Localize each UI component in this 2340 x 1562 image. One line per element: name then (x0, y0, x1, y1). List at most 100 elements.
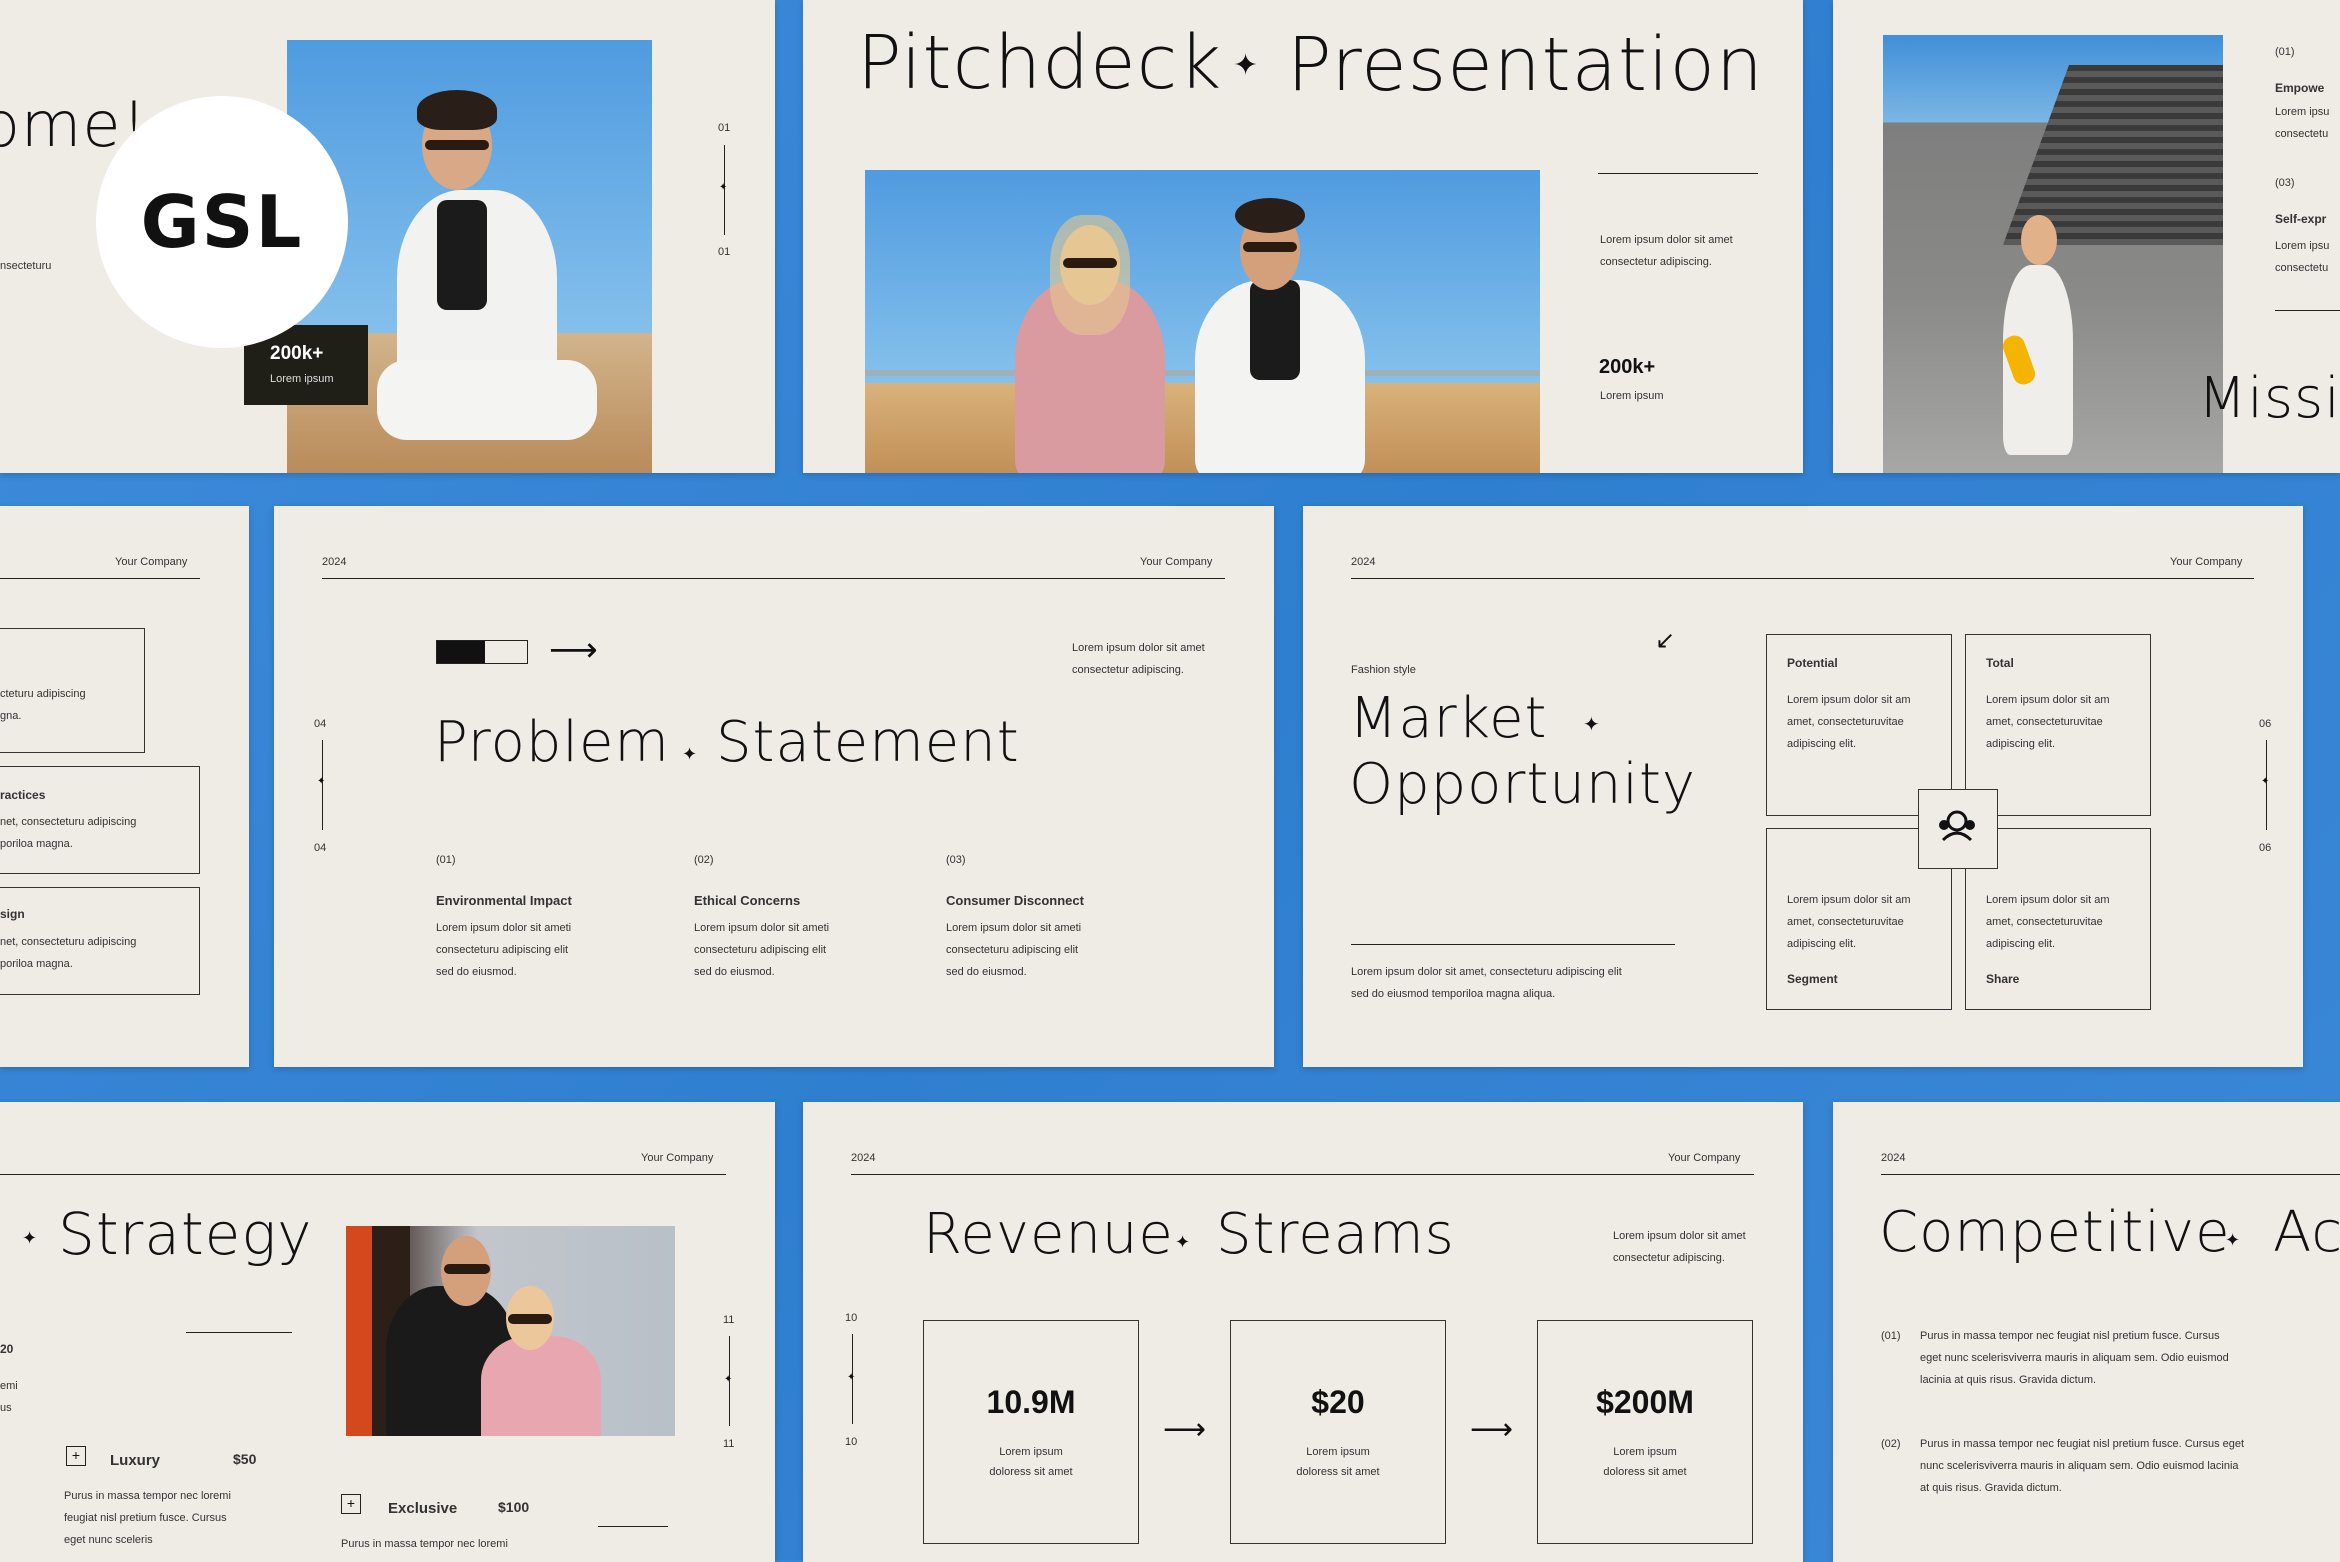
revenue-value: $20 (1311, 1384, 1365, 1420)
item-number: (01) (436, 854, 456, 866)
divider-line (186, 1332, 292, 1333)
slide-strategy[interactable]: Your Company ✦ Strategy 20 emi us 11 ✦ 1… (0, 1102, 775, 1562)
page-number-bottom: 04 (314, 842, 327, 854)
cell-line: Lorem ipsum dolor sit am (1787, 894, 1911, 906)
item-heading: Environmental Impact (436, 893, 572, 908)
arrow-right-icon: ⟶ (1470, 1412, 1514, 1447)
item-number-3: (03) (2275, 177, 2295, 189)
team-icon (1918, 789, 1998, 869)
star-icon: ✦ (2225, 1230, 2241, 1251)
item-line: eget nunc scelerisviverra mauris in aliq… (1920, 1352, 2229, 1364)
plan-line: feugiat nisl pretium fusce. Cursus (64, 1512, 227, 1524)
revenue-line: Lorem ipsum (999, 1446, 1063, 1458)
star-icon: ✦ (1583, 712, 1600, 736)
star-icon: ✦ (682, 744, 698, 765)
stat-label: Lorem ipsum (270, 373, 334, 385)
star-icon: ✦ (847, 1372, 856, 1383)
slide-problem-statement[interactable]: 2024 Your Company ⟶ Lorem ipsum dolor si… (274, 506, 1274, 1067)
cell-label: Potential (1787, 656, 1838, 670)
box-line: poriloa magna. (0, 838, 73, 850)
company-name: Your Company (2170, 556, 2243, 568)
box-heading: ractices (0, 788, 46, 802)
revenue-card (923, 1320, 1139, 1544)
body-text: nsecteturu (0, 260, 52, 272)
plan-name: Exclusive (388, 1500, 458, 1517)
hero-photo (346, 1226, 675, 1436)
plan-price: $100 (498, 1499, 530, 1515)
body-line-2: consectetur adipiscing. (1600, 256, 1712, 268)
slide-practices[interactable]: Your Company cteturu adipiscing gna. rac… (0, 506, 249, 1067)
divider-line (1598, 173, 1758, 174)
header-line (851, 1174, 1754, 1175)
item-line: sed do eiusmod. (436, 966, 517, 978)
page-number-top: 10 (845, 1312, 858, 1324)
item-line: consecteturu adipiscing elit (946, 944, 1079, 956)
box-line: gna. (0, 710, 22, 722)
kicker-text: Fashion style (1351, 664, 1416, 676)
cell-label: Total (1986, 656, 2014, 670)
box-heading: sign (0, 907, 25, 921)
title-right: Ac (2273, 1200, 2340, 1265)
page-number-bottom: 10 (845, 1436, 858, 1448)
text-fragment: 20 (0, 1342, 14, 1356)
slide-title: Strategy (58, 1200, 313, 1268)
item-line: sed do eiusmod. (694, 966, 775, 978)
stat-value: 200k+ (270, 343, 324, 364)
item-line: consectetu (2275, 262, 2329, 274)
arrow-right-icon: ⟶ (1163, 1412, 1207, 1447)
plus-box-icon[interactable]: + (341, 1494, 361, 1514)
cell-line: amet, consecteturuvitae (1986, 916, 2103, 928)
revenue-value: $200M (1596, 1384, 1694, 1420)
cell-line: amet, consecteturuvitae (1787, 916, 1904, 928)
slide-mission[interactable]: (01) Empowe Lorem ipsu consectetu (03) S… (1833, 0, 2340, 473)
cell-line: amet, consecteturuvitae (1787, 716, 1904, 728)
title-line-2: Opportunity (1349, 752, 1697, 817)
cell-label: Share (1986, 972, 2020, 986)
item-line: Lorem ipsum dolor sit ameti (946, 922, 1082, 934)
cell-line: amet, consecteturuvitae (1986, 716, 2103, 728)
item-number: (02) (1881, 1438, 1901, 1450)
title-left: Pitchdeck (857, 20, 1223, 106)
intro-line-2: consectetur adipiscing. (1613, 1252, 1725, 1264)
intro-line-1: Lorem ipsum dolor sit amet (1072, 642, 1205, 654)
footer-line-2: sed do eiusmod temporiloa magna aliqua. (1351, 988, 1556, 1000)
slide-title: Missic (2198, 366, 2340, 431)
slide-revenue-streams[interactable]: 2024 Your Company Revenue ✦ Streams Lore… (803, 1102, 1803, 1562)
plus-box-icon[interactable]: + (66, 1446, 86, 1466)
year-label: 2024 (322, 556, 347, 568)
item-number-1: (01) (2275, 46, 2295, 58)
page-number-bottom: 01 (718, 246, 731, 258)
stat-label: Lorem ipsum (1600, 390, 1664, 402)
item-line: Lorem ipsu (2275, 240, 2330, 252)
slide-market-opportunity[interactable]: 2024 Your Company Fashion style Market ✦… (1303, 506, 2303, 1067)
star-icon: ✦ (1175, 1232, 1191, 1253)
hero-photo (1883, 35, 2223, 473)
slide-pitchdeck[interactable]: Pitchdeck ✦ Presentation Lorem ipsum dol… (803, 0, 1803, 473)
item-line: Purus in massa tempor nec feugiat nisl p… (1920, 1438, 2245, 1450)
box-line: poriloa magna. (0, 958, 73, 970)
company-name: Your Company (1668, 1152, 1741, 1164)
company-name: Your Company (1140, 556, 1213, 568)
item-line: Lorem ipsum dolor sit ameti (436, 922, 572, 934)
gsl-logo: GSL (96, 96, 348, 348)
divider-line (598, 1526, 668, 1527)
cell-line: adipiscing elit. (1986, 738, 2056, 750)
item-line: Lorem ipsu (2275, 106, 2330, 118)
item-line: consectetu (2275, 128, 2329, 140)
revenue-card (1537, 1320, 1753, 1544)
item-heading-1: Empowe (2275, 81, 2325, 95)
star-icon: ✦ (317, 776, 326, 787)
item-line: Lorem ipsum dolor sit ameti (694, 922, 830, 934)
page-number-top: 04 (314, 718, 327, 730)
page-number-top: 11 (723, 1314, 735, 1326)
title-left: Problem (434, 710, 670, 775)
slide-competitive[interactable]: 2024 Competitive ✦ Ac (01) Purus in mass… (1833, 1102, 2340, 1562)
intro-line-1: Lorem ipsum dolor sit amet (1613, 1230, 1746, 1242)
plan-line: Purus in massa tempor nec loremi (341, 1538, 508, 1550)
cell-line: adipiscing elit. (1986, 938, 2056, 950)
header-line (1351, 578, 2254, 579)
title-right: Statement (716, 710, 1020, 775)
item-number: (01) (1881, 1330, 1901, 1342)
box-line: net, consecteturu adipiscing (0, 816, 137, 828)
box-line: cteturu adipiscing (0, 688, 86, 700)
